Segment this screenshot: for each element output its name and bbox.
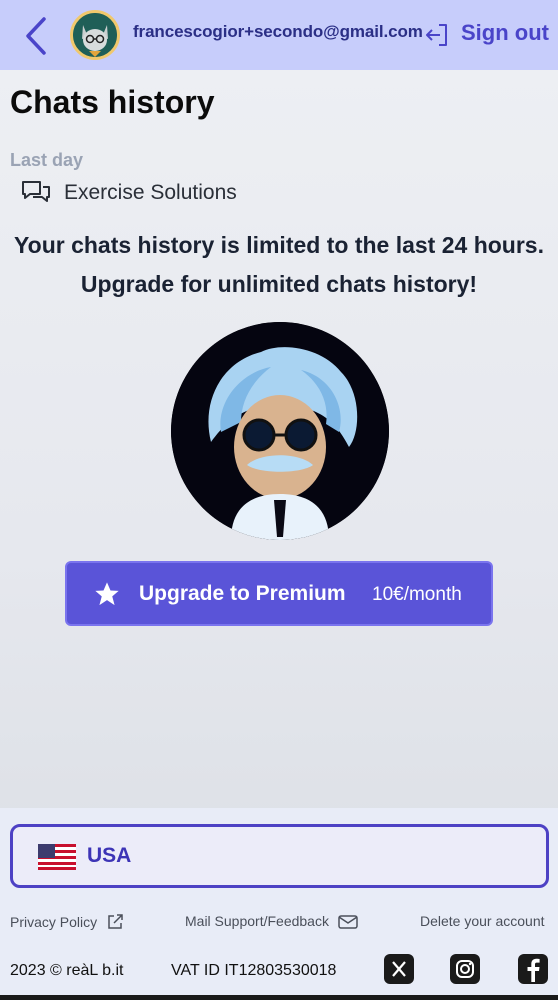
delete-account-label: Delete your account	[420, 913, 545, 929]
x-icon[interactable]	[384, 954, 414, 984]
delete-account-link[interactable]: Delete your account	[420, 913, 545, 929]
mail-support-label: Mail Support/Feedback	[185, 913, 329, 929]
bottom-edge	[0, 995, 558, 1000]
us-flag-icon	[38, 844, 76, 870]
sign-out-icon[interactable]	[424, 22, 450, 48]
section-label-last-day: Last day	[10, 150, 84, 170]
mail-support-link[interactable]: Mail Support/Feedback	[185, 913, 358, 930]
upgrade-price: 10€/month	[372, 584, 462, 605]
privacy-policy-link[interactable]: Privacy Policy	[10, 913, 124, 931]
vat-id: VAT ID IT12803530018	[171, 962, 337, 979]
chat-item[interactable]: Exercise Solutions	[20, 176, 237, 210]
star-icon	[95, 582, 119, 606]
copyright: 2023 © reàL b.it	[10, 962, 124, 979]
instagram-icon[interactable]	[450, 954, 480, 984]
page-title: Chats history	[10, 84, 215, 120]
privacy-policy-label: Privacy Policy	[10, 914, 98, 930]
chat-item-title: Exercise Solutions	[64, 181, 237, 204]
footer: USA Privacy Policy Mail Support/Feedback…	[0, 808, 558, 1000]
sign-out-button[interactable]: Sign out	[461, 20, 549, 46]
country-selector[interactable]: USA	[10, 824, 549, 888]
mail-icon	[338, 915, 358, 929]
upgrade-label: Upgrade to Premium	[139, 582, 346, 605]
chat-bubbles-icon	[22, 181, 50, 202]
user-email: francescogior+secondo@gmail.com	[133, 22, 423, 41]
avatar[interactable]	[70, 10, 120, 60]
external-link-icon	[108, 914, 123, 929]
country-label: USA	[87, 844, 132, 867]
top-bar: francescogior+secondo@gmail.com Sign out	[0, 0, 558, 70]
history-limit-message: Your chats history is limited to the las…	[14, 232, 544, 297]
facebook-icon[interactable]	[518, 954, 548, 984]
upgrade-to-premium-button[interactable]: Upgrade to Premium 10€/month	[65, 561, 493, 626]
back-icon[interactable]	[22, 16, 52, 56]
einstein-avatar-image	[171, 322, 389, 540]
cat-avatar-icon	[73, 13, 117, 57]
